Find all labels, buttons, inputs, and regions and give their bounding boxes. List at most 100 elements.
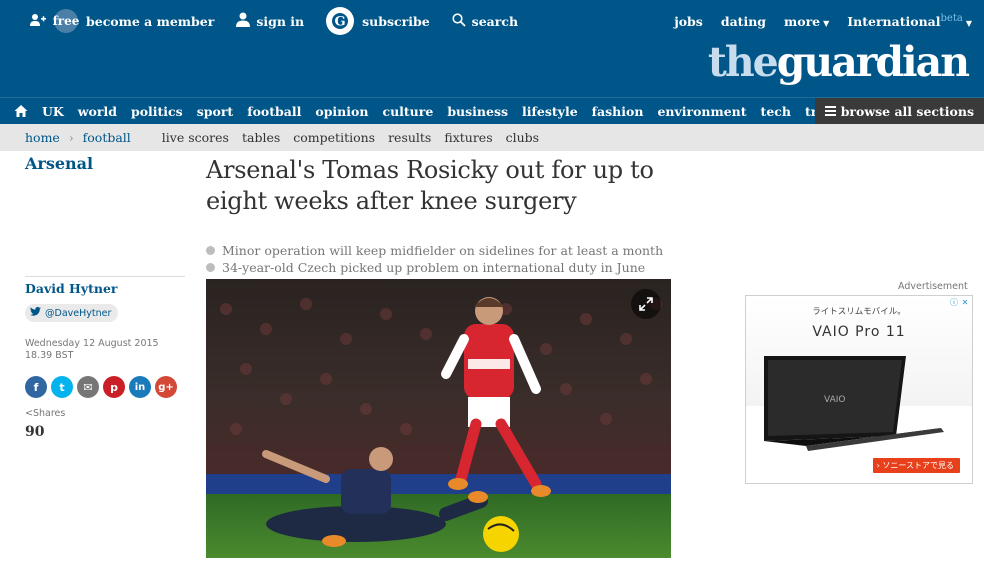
share-buttons: f t ✉ p in g+ bbox=[25, 376, 181, 398]
email-share-button[interactable]: ✉ bbox=[77, 376, 99, 398]
dating-link[interactable]: dating bbox=[721, 14, 766, 29]
standfirst-text: 34-year-old Czech picked up problem on i… bbox=[222, 260, 646, 275]
article-main-image[interactable] bbox=[206, 279, 671, 558]
author-byline[interactable]: David Hytner bbox=[25, 281, 118, 296]
topbar-right: jobs dating more ▼ Internationalbeta ▼ bbox=[656, 8, 972, 34]
standfirst: Minor operation will keep midfielder on … bbox=[206, 242, 676, 276]
ad-brand: VAIO Pro 11 bbox=[812, 324, 906, 340]
nav-item-fashion[interactable]: fashion bbox=[592, 104, 644, 119]
linkedin-icon: in bbox=[134, 381, 146, 393]
ad-tagline: ライトスリムモバイル。 bbox=[812, 307, 906, 317]
publish-date: Wednesday 12 August 2015 bbox=[25, 338, 159, 349]
nav-item-business[interactable]: business bbox=[447, 104, 508, 119]
subnav-clubs[interactable]: clubs bbox=[506, 130, 539, 145]
search-link[interactable]: search bbox=[452, 12, 518, 30]
nav-item-sport[interactable]: sport bbox=[197, 104, 233, 119]
guardian-logo[interactable]: theguardian bbox=[707, 37, 970, 87]
chevron-right-icon: › bbox=[68, 130, 74, 145]
nav-item-lifestyle[interactable]: lifestyle bbox=[522, 104, 578, 119]
nav-item-world[interactable]: world bbox=[78, 104, 117, 119]
free-badge: free bbox=[53, 9, 79, 33]
search-icon bbox=[452, 12, 466, 30]
nav-item-tech[interactable]: tech bbox=[761, 104, 791, 119]
share-icon: < bbox=[25, 408, 33, 419]
ad-cta-button[interactable]: › ソニーストアで見る bbox=[872, 458, 960, 473]
subnav-competitions[interactable]: competitions bbox=[293, 130, 375, 145]
divider bbox=[25, 276, 185, 277]
logo-the: the bbox=[707, 38, 779, 86]
twitter-handle: @DaveHytner bbox=[45, 307, 112, 319]
home-icon[interactable] bbox=[0, 98, 42, 124]
subscribe-link[interactable]: G subscribe bbox=[326, 7, 430, 35]
site-header: free become a member sign in G subscribe… bbox=[0, 0, 984, 97]
svg-text:G: G bbox=[335, 15, 346, 30]
pinterest-share-button[interactable]: p bbox=[103, 376, 125, 398]
user-icon bbox=[236, 12, 251, 30]
breadcrumb: home › football live scores tables compe… bbox=[0, 124, 984, 151]
standfirst-item: Minor operation will keep midfielder on … bbox=[206, 242, 676, 259]
close-icon[interactable]: ✕ bbox=[960, 298, 970, 308]
standfirst-text: Minor operation will keep midfielder on … bbox=[222, 243, 664, 258]
facebook-icon: f bbox=[33, 380, 39, 394]
dateline: Wednesday 12 August 2015 18.39 BST bbox=[25, 338, 159, 362]
become-member-label: become a member bbox=[86, 13, 215, 29]
googleplus-share-button[interactable]: g+ bbox=[155, 376, 177, 398]
football-photo-illustration bbox=[206, 279, 671, 558]
add-user-icon bbox=[30, 13, 46, 30]
twitter-icon: t bbox=[59, 380, 65, 394]
expand-image-button[interactable] bbox=[631, 289, 661, 319]
jobs-link[interactable]: jobs bbox=[674, 14, 703, 29]
googleplus-icon: g+ bbox=[158, 381, 174, 393]
shares-count: 90 bbox=[25, 424, 45, 440]
expand-icon bbox=[639, 297, 653, 311]
publish-time: 18.39 BST bbox=[25, 350, 74, 361]
breadcrumb-football[interactable]: football bbox=[83, 130, 131, 145]
topbar-left: free become a member sign in G subscribe… bbox=[30, 7, 540, 35]
info-icon[interactable]: ⓘ bbox=[949, 298, 959, 308]
beta-badge: beta bbox=[940, 12, 963, 24]
nav-item-opinion[interactable]: opinion bbox=[315, 104, 368, 119]
nav-item-uk[interactable]: UK bbox=[42, 104, 64, 119]
chevron-down-icon: ▼ bbox=[965, 18, 972, 29]
chevron-down-icon: ▼ bbox=[823, 17, 830, 28]
section-label[interactable]: Arsenal bbox=[25, 154, 93, 173]
nav-item-politics[interactable]: politics bbox=[131, 104, 183, 119]
twitter-share-button[interactable]: t bbox=[51, 376, 73, 398]
standfirst-item: 34-year-old Czech picked up problem on i… bbox=[206, 259, 676, 276]
ad-choices[interactable]: ⓘ ✕ bbox=[948, 298, 970, 308]
advertisement-label: Advertisement bbox=[898, 281, 968, 292]
nav-item-football[interactable]: football bbox=[247, 104, 301, 119]
breadcrumb-home[interactable]: home bbox=[25, 130, 60, 145]
edition-switcher[interactable]: Internationalbeta ▼ bbox=[847, 13, 972, 29]
subnav-results[interactable]: results bbox=[388, 130, 431, 145]
subnav-fixtures[interactable]: fixtures bbox=[444, 130, 492, 145]
twitter-handle-button[interactable]: @DaveHytner bbox=[25, 304, 119, 322]
email-icon: ✉ bbox=[83, 380, 93, 394]
article-headline: Arsenal's Tomas Rosicky out for up to ei… bbox=[206, 156, 654, 215]
guardian-g-icon: G bbox=[326, 7, 355, 35]
nav-item-environment[interactable]: environment bbox=[657, 104, 746, 119]
browse-all-sections-button[interactable]: browse all sections bbox=[814, 98, 984, 124]
more-label: more bbox=[784, 13, 821, 29]
sign-in-label: sign in bbox=[256, 13, 305, 29]
subscribe-label: subscribe bbox=[362, 13, 430, 29]
sign-in-link[interactable]: sign in bbox=[236, 12, 304, 30]
subnav-tables[interactable]: tables bbox=[242, 130, 280, 145]
shares-label: <Shares bbox=[25, 408, 65, 419]
edition-label: International bbox=[847, 14, 941, 30]
become-member-link[interactable]: free become a member bbox=[30, 9, 214, 33]
laptop-image: VAIO bbox=[764, 356, 944, 451]
more-menu[interactable]: more ▼ bbox=[784, 14, 829, 29]
facebook-share-button[interactable]: f bbox=[25, 376, 47, 398]
advertisement-banner[interactable]: ライトスリムモバイル。 VAIO Pro 11 ⓘ ✕ VAIO › ソニーストア… bbox=[745, 295, 973, 484]
subnav-live-scores[interactable]: live scores bbox=[162, 130, 229, 145]
bullet-icon bbox=[206, 263, 215, 272]
menu-icon bbox=[824, 104, 836, 118]
logo-guardian: guardian bbox=[776, 38, 970, 86]
svg-text:VAIO: VAIO bbox=[824, 395, 845, 405]
bullet-icon bbox=[206, 246, 215, 255]
main-nav: UK world politics sport football opinion… bbox=[0, 97, 984, 124]
nav-item-culture[interactable]: culture bbox=[382, 104, 433, 119]
linkedin-share-button[interactable]: in bbox=[129, 376, 151, 398]
pinterest-icon: p bbox=[110, 380, 118, 394]
